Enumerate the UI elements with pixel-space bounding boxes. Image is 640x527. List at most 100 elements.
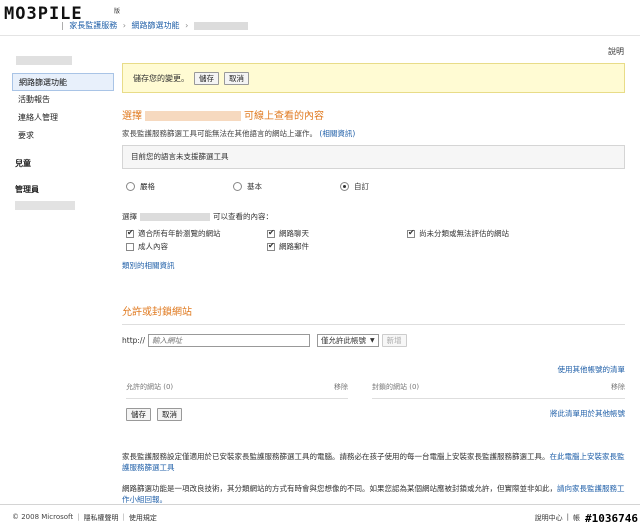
- blocked-sites-header: 封鎖的網站 (0): [372, 383, 420, 391]
- save-button-bottom[interactable]: 儲存: [126, 407, 151, 421]
- privacy-link[interactable]: 隱私權聲明: [83, 513, 118, 523]
- footer-divider: |: [566, 513, 569, 521]
- radio-custom-label: 自訂: [354, 181, 369, 191]
- install-note-text: 家長監護服務設定僅適用於已安裝家長監護服務篩選工具的電腦。請務必在孩子使用的每一…: [122, 452, 550, 461]
- breadcrumb-redacted-account: [193, 21, 248, 30]
- content-categories: 適合所有年齡瀏覽的網站 網路聊天 尚未分類或無法評估的網站 成人內容 網路郵件: [122, 228, 625, 256]
- help-link[interactable]: 說明: [608, 46, 624, 57]
- main-content: 儲存您的變更。 儲存 取消 選擇 可線上查看的內容 家長監護服務篩選工具可能無法在…: [122, 63, 625, 505]
- allowed-sites-list: 允許的網站 (0) 移除: [126, 379, 348, 399]
- checkbox-web-chat-label: 網路聊天: [279, 229, 309, 238]
- radio-basic-label: 基本: [247, 181, 262, 191]
- checkbox-unclassified-box[interactable]: [407, 228, 415, 238]
- breadcrumb: | 家長監護服務 › 網路篩選功能 ›: [58, 20, 248, 31]
- filter-description: 家長監護服務篩選工具可能無法在其他語言的網站上運作。 (相關資訊): [122, 128, 625, 139]
- divider: [122, 324, 625, 325]
- checkbox-web-mail[interactable]: 網路郵件: [267, 241, 309, 252]
- checkbox-all-ages-label: 適合所有年齡瀏覽的網站: [138, 229, 221, 238]
- sidebar-group-admin[interactable]: 管理員: [12, 181, 114, 199]
- checkbox-adult-label: 成人內容: [138, 242, 168, 251]
- filter-title: 選擇 可線上查看的內容: [122, 107, 625, 122]
- content-view-redacted: [140, 213, 210, 221]
- save-bar: 儲存您的變更。 儲存 取消: [122, 63, 625, 93]
- content-view-prefix: 選擇: [122, 212, 137, 221]
- footer-left: © 2008 Microsoft | 隱私權聲明 | 使用規定: [12, 513, 157, 523]
- checkbox-adult-box[interactable]: [126, 242, 134, 251]
- logo-tag: 版: [114, 8, 121, 15]
- filter-title-suffix: 可線上查看的內容: [244, 111, 324, 122]
- sidebar: 網路篩選功能 活動報告 連絡人管理 要求 兒童 管理員: [12, 52, 114, 210]
- filter-description-text: 家長監護服務篩選工具可能無法在其他語言的網站上運作。: [122, 129, 317, 138]
- content-view-label: 選擇 可以查看的內容：: [122, 211, 625, 222]
- radio-strict-circle[interactable]: [126, 181, 135, 191]
- cancel-button-bottom[interactable]: 取消: [157, 407, 182, 421]
- sidebar-item-requests[interactable]: 要求: [12, 127, 114, 145]
- checkbox-web-chat-box[interactable]: [267, 228, 275, 238]
- checkbox-all-ages[interactable]: 適合所有年齡瀏覽的網站: [126, 228, 221, 239]
- checkbox-unclassified[interactable]: 尚未分類或無法評估的網站: [407, 228, 509, 239]
- filter-level-radios: 嚴格 基本 自訂: [122, 179, 625, 193]
- save-button-top[interactable]: 儲存: [194, 71, 219, 85]
- terms-link[interactable]: 使用規定: [129, 513, 157, 523]
- breadcrumb-parental-control[interactable]: 家長監護服務: [69, 21, 117, 30]
- allowed-sites-header: 允許的網站 (0): [126, 383, 174, 391]
- header: MO3PILE 版 | 家長監護服務 › 網路篩選功能 ›: [0, 0, 640, 36]
- site-lists: 允許的網站 (0) 移除 封鎖的網站 (0) 移除: [122, 379, 625, 401]
- account-scope-value: 僅允許此帳號: [320, 335, 366, 345]
- checkbox-web-mail-label: 網路郵件: [279, 242, 309, 251]
- save-bar-message: 儲存您的變更。: [133, 73, 189, 83]
- filter-info-link[interactable]: (相關資訊): [319, 129, 355, 138]
- footer-divider: |: [77, 513, 80, 521]
- breadcrumb-arrow-icon: ›: [185, 21, 189, 30]
- copyright: © 2008 Microsoft: [12, 513, 74, 521]
- chevron-down-icon: ▼: [369, 336, 375, 344]
- add-button[interactable]: 新增: [381, 333, 407, 347]
- use-other-account-list-link[interactable]: 使用其他帳號的清單: [558, 365, 626, 374]
- filter-title-redacted: [145, 111, 241, 121]
- radio-basic[interactable]: 基本: [233, 181, 262, 192]
- breadcrumb-web-filter[interactable]: 網路篩選功能: [132, 21, 180, 30]
- sidebar-item-activity-report[interactable]: 活動報告: [12, 91, 114, 109]
- sidebar-group-kids[interactable]: 兒童: [12, 155, 114, 173]
- watermark: #1036746: [585, 512, 638, 525]
- apply-list-to-other-link[interactable]: 將此清單用於其他帳號: [550, 408, 625, 419]
- sidebar-redacted-admin: [15, 201, 75, 210]
- footer-divider: |: [122, 513, 125, 521]
- radio-custom[interactable]: 自訂: [340, 181, 369, 192]
- radio-basic-circle[interactable]: [233, 181, 242, 191]
- sidebar-item-contact-management[interactable]: 連絡人管理: [12, 109, 114, 127]
- language-info-box: 目前您的語言未支援篩選工具: [122, 145, 625, 169]
- checkbox-all-ages-box[interactable]: [126, 228, 134, 238]
- blocked-remove-header: 移除: [611, 383, 625, 391]
- allow-block-title: 允許或封鎖網站: [122, 307, 192, 318]
- checkbox-web-chat[interactable]: 網路聊天: [267, 228, 309, 239]
- blocked-sites-list: 封鎖的網站 (0) 移除: [372, 379, 625, 399]
- filter-title-prefix: 選擇: [122, 111, 142, 122]
- category-info-link[interactable]: 類別的相關資訊: [122, 260, 625, 271]
- footer: © 2008 Microsoft | 隱私權聲明 | 使用規定 說明中心 | 帳: [0, 504, 640, 527]
- url-prefix: http://: [122, 335, 145, 345]
- url-input[interactable]: [147, 333, 310, 347]
- install-note: 家長監護服務設定僅適用於已安裝家長監護服務篩選工具的電腦。請務必在孩子使用的每一…: [122, 451, 625, 473]
- radio-custom-circle[interactable]: [340, 181, 349, 191]
- report-note-text: 網路篩選功能是一項改良技術，其分類網站的方式有時會與您想像的不同。如果您認為某個…: [122, 484, 557, 493]
- list-button-row: 儲存 取消 將此清單用於其他帳號: [122, 407, 625, 421]
- url-entry-row: http:// 僅允許此帳號 ▼ 新增: [122, 333, 625, 347]
- radio-strict[interactable]: 嚴格: [126, 181, 155, 192]
- breadcrumb-separator: |: [61, 21, 64, 30]
- breadcrumb-arrow-icon: ›: [122, 21, 126, 30]
- feedback-link[interactable]: 帳: [573, 513, 580, 523]
- use-other-list-row: 使用其他帳號的清單: [122, 364, 626, 375]
- sidebar-item-web-filter[interactable]: 網路篩選功能: [12, 73, 114, 91]
- allowed-remove-header: 移除: [334, 383, 348, 391]
- footer-right: 說明中心 | 帳: [535, 513, 580, 523]
- cancel-button-top[interactable]: 取消: [224, 71, 249, 85]
- sidebar-redacted-account: [16, 56, 72, 65]
- checkbox-adult[interactable]: 成人內容: [126, 241, 168, 252]
- report-note: 網路篩選功能是一項改良技術，其分類網站的方式有時會與您想像的不同。如果您認為某個…: [122, 483, 625, 505]
- content-view-suffix: 可以查看的內容：: [213, 212, 273, 221]
- radio-strict-label: 嚴格: [140, 181, 155, 191]
- help-center-link[interactable]: 說明中心: [535, 513, 563, 523]
- account-scope-select[interactable]: 僅允許此帳號 ▼: [316, 333, 379, 347]
- checkbox-web-mail-box[interactable]: [267, 241, 275, 251]
